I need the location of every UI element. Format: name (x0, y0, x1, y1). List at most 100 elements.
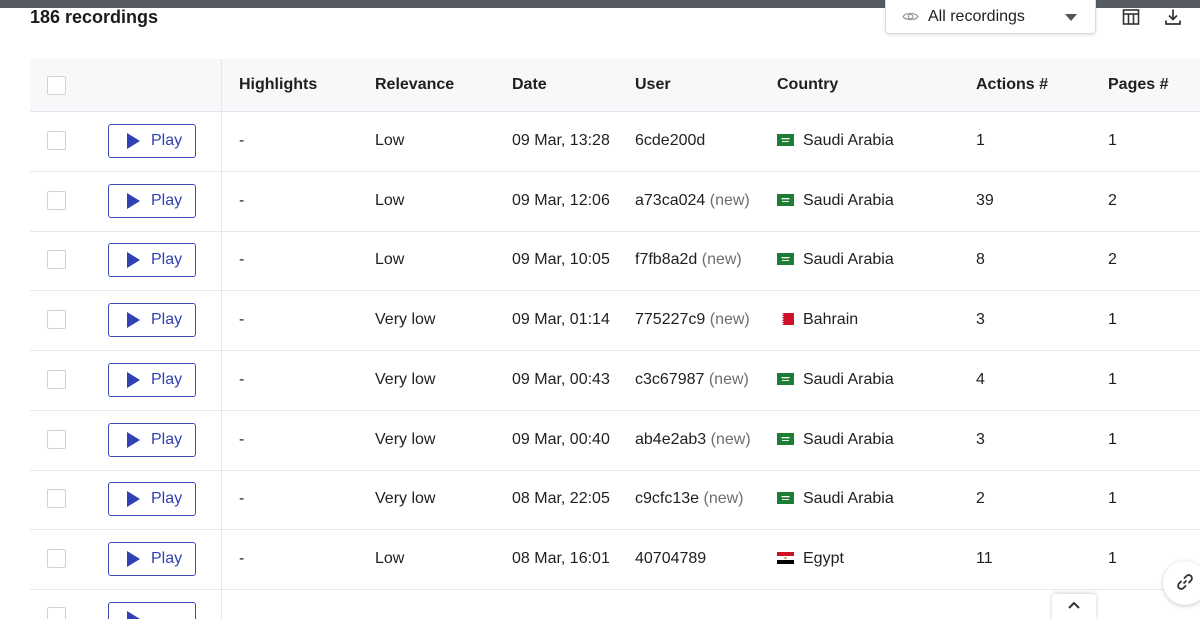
user-cell[interactable]: c3c67987 (new) (635, 371, 749, 389)
country-name: Saudi Arabia (803, 251, 894, 269)
column-header-actions[interactable]: Actions # (976, 76, 1048, 94)
country-name: Saudi Arabia (803, 132, 894, 149)
play-icon (127, 491, 140, 508)
relevance-cell: Low (375, 191, 405, 209)
copy-link-button[interactable] (1163, 561, 1200, 605)
saudi-arabia-flag-icon (777, 372, 794, 385)
play-button[interactable]: Play (108, 362, 196, 397)
scroll-to-top-button[interactable] (1052, 594, 1096, 620)
user-cell[interactable]: 775227c9 (new) (635, 311, 750, 329)
country-cell: Bahrain (777, 311, 957, 331)
country-cell: Saudi Arabia (777, 192, 957, 212)
highlights-cell: - (239, 370, 245, 388)
play-button[interactable]: Play (108, 303, 196, 338)
select-all-checkbox[interactable] (47, 76, 66, 95)
relevance-cell: Very low (375, 370, 436, 388)
pages-count-cell: 1 (1108, 370, 1117, 388)
user-cell[interactable]: c9cfc13e (new) (635, 490, 744, 508)
table-row[interactable]: Play - Very low 09 Mar, 00:43 c3c67987 (… (30, 351, 1200, 411)
highlights-cell: - (239, 251, 245, 269)
country-name: Bahrain (803, 311, 859, 329)
column-header-pages[interactable]: Pages # (1108, 76, 1168, 94)
highlights-cell: - (239, 430, 245, 448)
recordings-filter-dropdown[interactable]: All recordings (885, 0, 1096, 34)
highlights-cell: - (239, 132, 245, 149)
table-row[interactable]: Play - Very low 08 Mar, 22:05 c9cfc13e (… (30, 470, 1200, 531)
row-checkbox[interactable] (47, 310, 66, 330)
play-icon (127, 133, 140, 149)
highlights-cell: - (239, 311, 245, 329)
play-label: Play (151, 370, 183, 388)
relevance-cell: Low (375, 251, 405, 269)
user-cell[interactable]: a73ca024 (new) (635, 192, 750, 210)
play-icon (127, 252, 140, 269)
relevance-cell: Very low (375, 490, 436, 508)
play-icon (127, 611, 140, 619)
row-checkbox[interactable] (47, 190, 66, 210)
play-icon (127, 431, 140, 448)
country-cell: Saudi Arabia (777, 251, 957, 271)
column-header-user[interactable]: User (635, 76, 671, 94)
row-checkbox[interactable] (47, 250, 66, 270)
user-cell[interactable]: 40704789 (635, 550, 706, 568)
play-label: Play (151, 132, 183, 149)
play-button[interactable]: Play (108, 422, 196, 457)
pages-count-cell: 2 (1108, 251, 1117, 269)
columns-button[interactable] (1121, 7, 1141, 27)
download-button[interactable] (1163, 7, 1183, 27)
saudi-arabia-flag-icon (777, 432, 794, 445)
row-checkbox[interactable] (47, 131, 66, 150)
download-icon (1165, 9, 1181, 25)
table-row[interactable]: Play - Very low 09 Mar, 00:40 ab4e2ab3 (… (30, 411, 1200, 471)
bahrain-flag-icon (777, 313, 794, 326)
user-id: f7fb8a2d (635, 251, 698, 269)
row-checkbox[interactable] (47, 548, 66, 568)
relevance-cell: Low (375, 132, 405, 149)
relevance-cell: Low (375, 549, 405, 567)
saudi-arabia-flag-icon (777, 253, 794, 266)
country-name: Egypt (803, 549, 844, 567)
actions-count-cell: 8 (976, 251, 985, 269)
column-header-country[interactable]: Country (777, 76, 838, 94)
user-cell[interactable]: f7fb8a2d (new) (635, 251, 742, 269)
user-id: c3c67987 (635, 370, 705, 388)
table-row[interactable]: Play - Low 09 Mar, 10:05 f7fb8a2d (new) … (30, 231, 1200, 292)
column-header-relevance[interactable]: Relevance (375, 76, 454, 94)
table-row[interactable]: Play - Low 09 Mar, 12:06 a73ca024 (new) … (30, 172, 1200, 232)
user-cell[interactable]: 6cde200d (635, 132, 705, 150)
table-row[interactable]: Play - Low 08 Mar, 16:01 40704789 Egypt … (30, 530, 1200, 590)
play-button[interactable]: Play (108, 243, 196, 278)
highlights-cell: - (239, 191, 245, 209)
date-cell: 09 Mar, 01:14 (512, 311, 610, 329)
user-id: 40704789 (635, 549, 707, 567)
play-button[interactable]: Play (108, 183, 196, 218)
play-icon (127, 550, 140, 567)
play-button[interactable]: Play (108, 124, 196, 158)
columns-icon (1122, 9, 1140, 25)
table-row-partial[interactable] (30, 590, 1200, 619)
row-checkbox[interactable] (47, 429, 66, 449)
country-cell: Egypt (777, 550, 957, 570)
actions-count-cell: 1 (976, 132, 985, 149)
date-cell: 09 Mar, 12:06 (512, 191, 610, 209)
row-checkbox[interactable] (47, 489, 66, 509)
user-id: 775227c9 (635, 311, 706, 329)
date-cell: 09 Mar, 10:05 (512, 251, 610, 269)
date-cell: 09 Mar, 00:40 (512, 430, 610, 448)
table-row[interactable]: Play - Low 09 Mar, 13:28 6cde200d Saudi … (30, 112, 1200, 172)
play-button[interactable] (108, 602, 196, 619)
table-row[interactable]: Play - Very low 09 Mar, 01:14 775227c9 (… (30, 291, 1200, 352)
country-name: Saudi Arabia (803, 191, 894, 209)
play-button[interactable]: Play (108, 541, 196, 576)
play-button[interactable]: Play (108, 482, 196, 517)
column-header-highlights[interactable]: Highlights (239, 76, 317, 94)
row-checkbox[interactable] (47, 369, 66, 389)
column-header-date[interactable]: Date (512, 76, 547, 94)
user-id: a73ca024 (635, 191, 706, 209)
relevance-cell: Very low (375, 311, 436, 329)
chevron-down-icon (1065, 14, 1077, 21)
user-cell[interactable]: ab4e2ab3 (new) (635, 431, 751, 449)
saudi-arabia-flag-icon (777, 193, 794, 206)
row-checkbox[interactable] (47, 607, 66, 619)
country-cell: Saudi Arabia (777, 371, 957, 391)
